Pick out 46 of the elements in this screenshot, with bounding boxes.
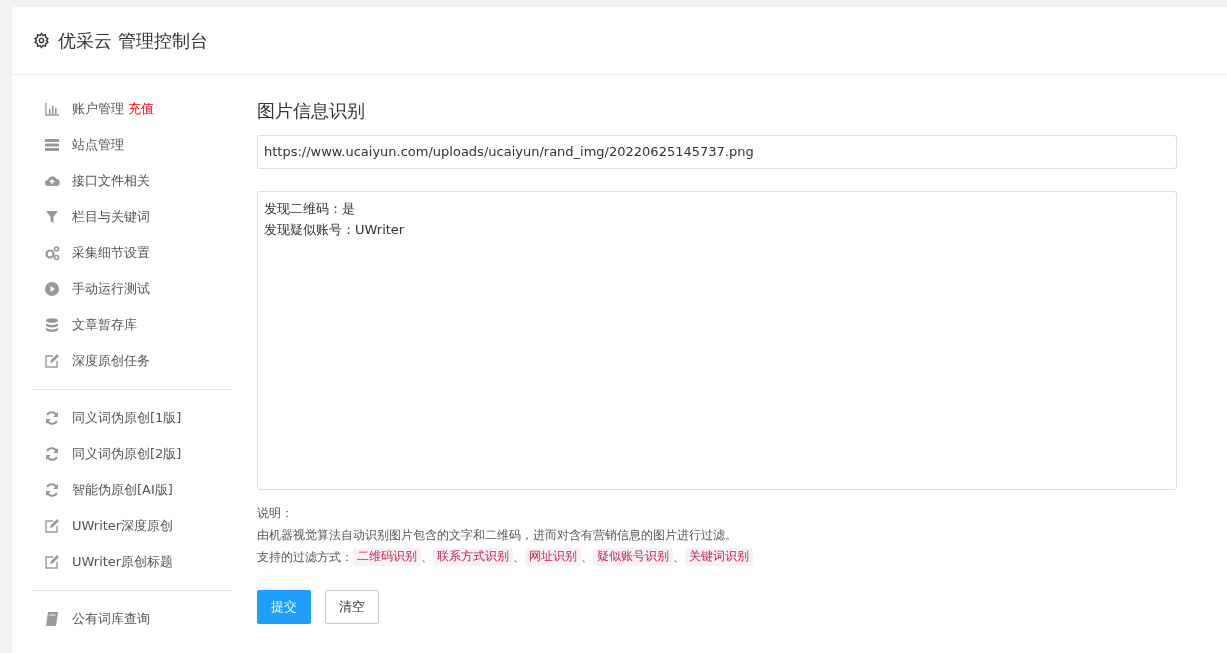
settings-icon (33, 32, 50, 49)
play-icon (44, 281, 60, 297)
edit-icon (44, 353, 60, 369)
filter-tag: 疑似账号识别 (593, 548, 673, 566)
separator: 、 (581, 549, 593, 566)
separator: 、 (673, 549, 685, 566)
edit-icon (44, 518, 60, 534)
filter-tag: 网址识别 (525, 548, 581, 566)
edit-icon (44, 554, 60, 570)
sidebar-link[interactable]: 同义词伪原创[2版] (72, 444, 182, 464)
filter-icon (44, 209, 60, 225)
sidebar-link[interactable]: 采集细节设置 (72, 243, 150, 263)
note-label: 说明： (257, 505, 294, 522)
console-title: 优采云 管理控制台 (58, 29, 208, 53)
sidebar-link[interactable]: 智能伪原创[AI版] (72, 480, 173, 500)
separator: 、 (421, 549, 433, 566)
url-field[interactable]: https://www.ucaiyun.com/uploads/ucaiyun/rand_img/20220625145737.png (257, 135, 1177, 169)
description-text: 由机器视觉算法自动识别图片包含的文字和二维码，进而对含有营销信息的图片进行过滤。 (257, 527, 738, 544)
refresh-icon (44, 482, 60, 498)
sidebar-link[interactable]: 接口文件相关 (72, 171, 150, 191)
filters-label: 支持的过滤方式： (257, 549, 353, 566)
sidebar-link[interactable]: 同义词伪原创[1版] (72, 408, 182, 428)
sidebar-link[interactable]: 手动运行测试 (72, 279, 150, 299)
filter-tag: 二维码识别 (353, 548, 421, 566)
filter-tag: 联系方式识别 (433, 548, 513, 566)
sidebar-link[interactable]: 站点管理 (72, 135, 124, 155)
result-textarea[interactable]: 发现二维码：是 发现疑似账号：UWriter (257, 191, 1177, 490)
section-title: 图片信息识别 (257, 99, 366, 123)
clear-button[interactable]: 清空 (325, 590, 379, 624)
cloud-upload-icon (44, 173, 60, 189)
filter-tag: 关键词识别 (685, 548, 753, 566)
sidebar-link[interactable]: 栏目与关键词 (72, 207, 150, 227)
refresh-icon (44, 410, 60, 426)
recharge-link[interactable]: 充值 (128, 99, 154, 119)
database-icon (44, 317, 60, 333)
bar-chart-icon (44, 101, 60, 117)
sidebar-link[interactable]: 账户管理 (72, 99, 124, 119)
sidebar-link[interactable]: 文章暂存库 (72, 315, 137, 335)
refresh-icon (44, 446, 60, 462)
book-icon (44, 611, 60, 627)
separator: 、 (513, 549, 525, 566)
sidebar-link[interactable]: UWriter原创标题 (72, 552, 174, 572)
sidebar-link[interactable]: 深度原创任务 (72, 351, 150, 371)
server-icon (44, 137, 60, 153)
sidebar-link[interactable]: 公有词库查询 (72, 609, 150, 629)
sidebar-link[interactable]: UWriter深度原创 (72, 516, 174, 536)
